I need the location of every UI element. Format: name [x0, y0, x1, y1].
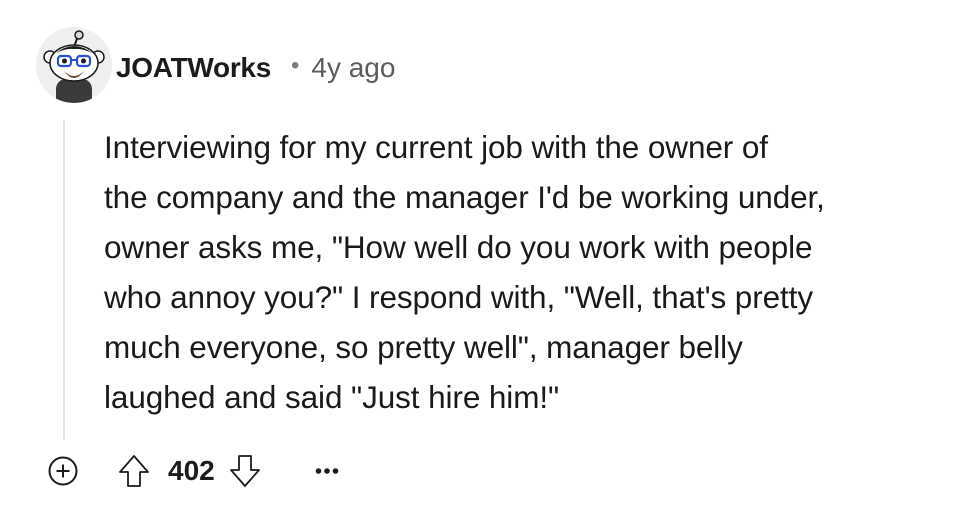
comment-body-line: much everyone, so pretty well", manager … [104, 329, 743, 365]
vote-score: 402 [168, 455, 215, 486]
comment-header: JOATWorks • 4y ago [116, 48, 395, 88]
comment-timestamp[interactable]: 4y ago [311, 52, 395, 84]
upvote-arrow-icon [119, 455, 149, 487]
more-options-icon [315, 468, 339, 474]
comment: JOATWorks • 4y ago Interviewing for my c… [0, 0, 972, 522]
comment-body-line: Interviewing for my current job with the… [104, 129, 768, 165]
more-options-button[interactable] [307, 448, 347, 494]
user-avatar[interactable] [36, 27, 112, 103]
meta-separator: • [290, 52, 300, 79]
comment-body-line: laughed and said "Just hire him!" [104, 379, 560, 415]
plus-circle-icon [48, 456, 78, 486]
snoo-avatar-icon [36, 27, 112, 103]
comment-body-line: owner asks me, "How well do you work wit… [104, 229, 813, 265]
downvote-button[interactable] [225, 448, 265, 494]
comment-body-line: the company and the manager I'd be worki… [104, 179, 825, 215]
expand-thread-button[interactable] [40, 448, 86, 494]
upvote-button[interactable] [114, 448, 154, 494]
comment-body: Interviewing for my current job with the… [104, 122, 954, 422]
author-username[interactable]: JOATWorks [116, 52, 271, 84]
thread-line[interactable] [63, 120, 65, 440]
downvote-arrow-icon [229, 455, 260, 487]
comment-actions: 402 [40, 448, 347, 494]
comment-body-line: who annoy you?" I respond with, "Well, t… [104, 279, 813, 315]
